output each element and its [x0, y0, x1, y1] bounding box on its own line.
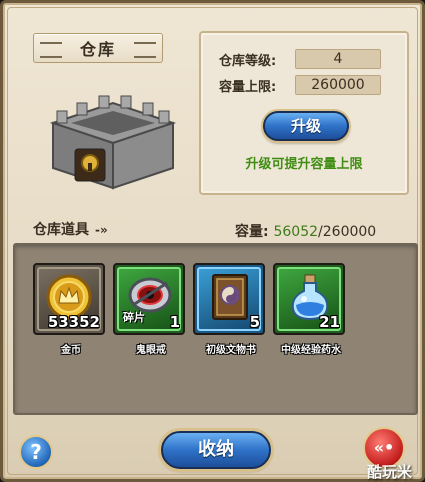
item-slot-eye-ring[interactable]: 碎片 1 鬼眼戒: [113, 263, 185, 356]
item-qty: 53352: [47, 313, 100, 331]
capacity-total: 260000: [322, 224, 377, 240]
capacity-limit-value: 260000: [295, 75, 381, 95]
warehouse-building-icon: [49, 95, 177, 190]
item-qty: 5: [249, 313, 260, 331]
watermark: 酷玩米: [367, 463, 413, 481]
item-slot-relic-book[interactable]: 5 初级文物书: [193, 263, 265, 356]
relic-book-icon: [212, 274, 248, 320]
storage-items-title: 仓库道具: [33, 222, 89, 238]
item-slot-gold[interactable]: 53352 金币: [33, 263, 105, 356]
storage-items-header: 仓库道具 -»: [33, 219, 108, 239]
item-name: 金币: [61, 345, 81, 356]
help-button[interactable]: ?: [19, 435, 53, 469]
warehouse-panel: 仓库 仓库等级: 4 容量上限: 260000 升级 升级可提升容量上限 仓库道…: [0, 0, 425, 482]
arrow-icon: -»: [95, 223, 108, 237]
upgrade-button[interactable]: 升级: [263, 111, 349, 141]
item-qty: 1: [169, 313, 180, 331]
level-value: 4: [295, 49, 381, 69]
capacity-label: 容量:: [235, 224, 269, 240]
capacity-used: 56052: [273, 224, 319, 240]
title-banner: 仓库: [33, 33, 163, 63]
capacity-display: 容量: 56052/260000: [235, 221, 376, 241]
warehouse-info-box: 仓库等级: 4 容量上限: 260000 升级 升级可提升容量上限: [199, 31, 409, 195]
item-name: 初级文物书: [206, 345, 256, 356]
level-row: 仓库等级: 4: [219, 49, 381, 69]
page-title: 仓库: [79, 40, 116, 59]
upgrade-hint: 升级可提升容量上限: [245, 157, 363, 172]
item-qty: 21: [319, 313, 340, 331]
item-name: 中级经验药水: [281, 345, 341, 356]
item-name: 鬼眼戒: [136, 345, 166, 356]
capacity-limit-row: 容量上限: 260000: [219, 75, 381, 95]
item-slot-exp-potion[interactable]: 21 中级经验药水: [273, 263, 345, 356]
shard-tag: 碎片: [123, 311, 145, 324]
collect-button[interactable]: 收纳: [161, 431, 271, 469]
level-label: 仓库等级:: [219, 53, 277, 69]
capacity-limit-label: 容量上限:: [219, 79, 277, 95]
items-grid: 53352 金币 碎片 1 鬼眼戒 5 初级文物书 21 中级经验药水: [13, 243, 418, 415]
